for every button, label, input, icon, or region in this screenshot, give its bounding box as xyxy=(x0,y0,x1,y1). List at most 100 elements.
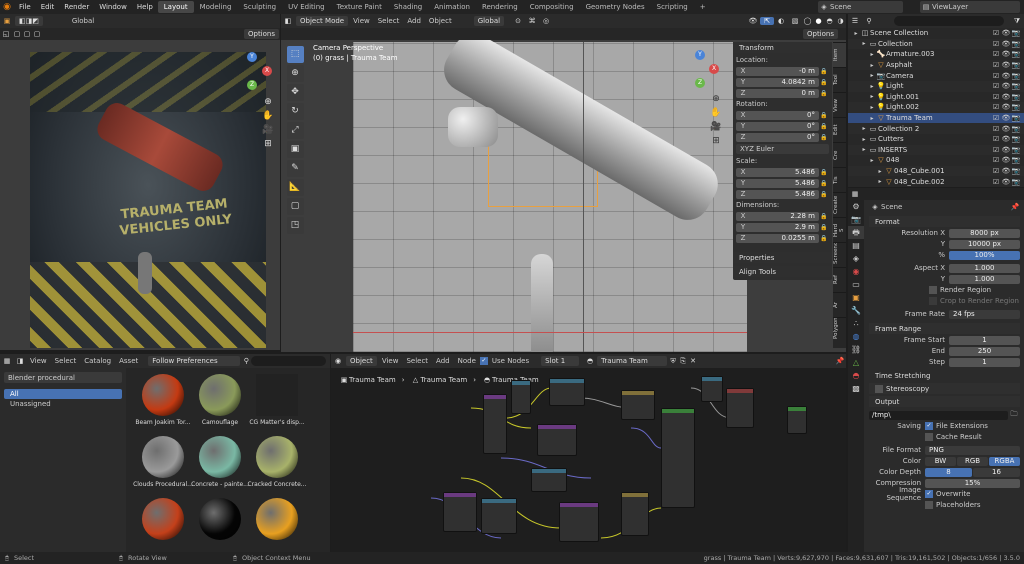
cursor-tool-icon[interactable]: ⊕ xyxy=(286,65,304,82)
outliner-expand-icon[interactable]: ▸ xyxy=(860,146,868,153)
exclude-checkbox-icon[interactable]: ☑ xyxy=(991,135,1001,143)
main-zoom-icon[interactable]: ⊕ xyxy=(709,92,723,106)
data-tab-icon[interactable]: △ xyxy=(848,356,864,369)
sidebar-tab[interactable]: Edit xyxy=(833,117,846,142)
sidebar-tab[interactable]: Ar xyxy=(833,292,846,317)
workspace-tab-uv-editing[interactable]: UV Editing xyxy=(282,1,331,13)
main-nav-gizmo[interactable]: Y X Z xyxy=(681,50,721,90)
exclude-checkbox-icon[interactable]: ☑ xyxy=(991,146,1001,154)
visibility-eye-icon[interactable]: 👁 xyxy=(1001,103,1011,111)
node-box-14[interactable] xyxy=(531,468,567,492)
mode-dropdown[interactable]: Object Mode xyxy=(296,16,349,26)
shading-wireframe-icon[interactable]: ◯ xyxy=(802,17,813,25)
node-menu-add[interactable]: Add xyxy=(432,357,454,365)
lock-icon[interactable]: 🔒 xyxy=(819,191,829,198)
material-icon[interactable]: ◓ xyxy=(584,357,596,365)
asset-search-icon[interactable]: ⚲ xyxy=(241,357,251,365)
workspace-tab-shading[interactable]: Shading xyxy=(388,1,428,13)
visibility-eye-icon[interactable]: 👁 xyxy=(1001,156,1011,164)
render-camera-icon[interactable]: 📷 xyxy=(1011,40,1021,48)
asset-thumbnail[interactable] xyxy=(256,498,298,540)
sidebar-tab[interactable]: Hard S xyxy=(833,217,846,242)
exclude-checkbox-icon[interactable]: ☑ xyxy=(991,29,1001,37)
menu-render[interactable]: Render xyxy=(59,3,94,11)
render-camera-icon[interactable]: 📷 xyxy=(1011,29,1021,37)
annotate-tool-icon[interactable]: ✎ xyxy=(286,160,304,177)
axis-value-field[interactable]: 0° xyxy=(750,121,819,131)
pan-icon[interactable]: ✋ xyxy=(261,109,275,123)
outliner-expand-icon[interactable]: ▸ xyxy=(868,83,876,90)
outliner-expand-icon[interactable]: ▸ xyxy=(868,157,876,164)
outliner-expand-icon[interactable]: ▸ xyxy=(868,93,876,100)
axis-value-field[interactable]: -0 m xyxy=(750,66,819,76)
resolution-x-field[interactable]: 8000 px xyxy=(949,228,1020,238)
main-gizmo-z-icon[interactable]: Z xyxy=(695,78,705,88)
visibility-icon[interactable]: 👁 xyxy=(746,17,760,25)
exclude-checkbox-icon[interactable]: ☑ xyxy=(991,40,1001,48)
visibility-eye-icon[interactable]: 👁 xyxy=(1001,61,1011,69)
asset-toggle-icon[interactable]: ◨ xyxy=(14,357,26,365)
asset-thumbnail[interactable] xyxy=(199,374,241,416)
viewport-menu-select[interactable]: Select xyxy=(374,17,404,25)
outliner-item[interactable]: ▸ ▽ 048_Cube.002 ☑ 👁 📷 xyxy=(848,176,1024,187)
frame-range-panel-header[interactable]: Frame Range xyxy=(869,323,1020,334)
output-path-field[interactable]: /tmp\ xyxy=(869,410,1008,420)
outliner-item[interactable]: ▸ 📷 Camera ☑ 👁 📷 xyxy=(848,70,1024,81)
viewport-menu-object[interactable]: Object xyxy=(425,17,456,25)
outliner-item[interactable]: ▸ ▭ Cutters ☑ 👁 📷 xyxy=(848,134,1024,145)
exclude-checkbox-icon[interactable]: ☑ xyxy=(991,125,1001,133)
render-region-row[interactable]: Render Region xyxy=(869,285,1020,295)
frame-step-field[interactable]: 1 xyxy=(949,357,1020,367)
aspect-x-field[interactable]: 1.000 xyxy=(949,263,1020,273)
viewport-menu-add[interactable]: Add xyxy=(403,17,425,25)
align-tools-subpanel[interactable]: Align Tools xyxy=(733,266,832,277)
shading-material-icon[interactable]: ◓ xyxy=(824,17,835,25)
axis-value-field[interactable]: 4.0842 m xyxy=(750,77,819,87)
asset-menu-select[interactable]: Select xyxy=(51,357,81,365)
depth-16-option[interactable]: 16 xyxy=(973,467,1020,477)
gizmo-x-icon[interactable]: X xyxy=(262,66,272,76)
add-cube-tool-icon[interactable]: ▢ xyxy=(286,198,304,215)
visibility-eye-icon[interactable]: 👁 xyxy=(1001,50,1011,58)
workspace-tab-scripting[interactable]: Scripting xyxy=(651,1,694,13)
select-box-icon[interactable]: ▢ xyxy=(12,30,22,38)
asset-menu-catalog[interactable]: Catalog xyxy=(80,357,115,365)
texture-tab-icon[interactable]: ▩ xyxy=(848,382,864,395)
file-extensions-checkbox[interactable]: ✓ xyxy=(925,422,933,430)
node-box-4[interactable] xyxy=(537,424,577,456)
transform-tool-icon[interactable]: ▣ xyxy=(286,141,304,158)
render-camera-icon[interactable]: 📷 xyxy=(1011,93,1021,101)
view-layer-selector[interactable]: ▤ ViewLayer xyxy=(920,1,1020,13)
asset-thumbnail[interactable] xyxy=(256,436,298,478)
node-box-3[interactable] xyxy=(549,378,585,406)
node-box-11[interactable] xyxy=(481,498,517,534)
add-workspace-button[interactable]: + xyxy=(694,1,712,13)
fake-user-icon[interactable]: ⛨ xyxy=(668,357,678,366)
shading-solid-icon[interactable]: ● xyxy=(813,17,824,25)
lock-icon[interactable]: 🔒 xyxy=(819,112,829,119)
stereoscopy-panel-header[interactable]: Stereoscopy xyxy=(869,383,1020,394)
outliner-editor-icon[interactable]: ☰ xyxy=(848,17,862,25)
asset-editor-icon[interactable]: ▦ xyxy=(0,357,14,365)
color-bw-option[interactable]: BW xyxy=(925,456,956,466)
menu-window[interactable]: Window xyxy=(94,3,132,11)
outliner-expand-icon[interactable]: ▸ xyxy=(868,72,876,79)
rotate-tool-icon[interactable]: ↻ xyxy=(286,103,304,120)
menu-file[interactable]: File xyxy=(14,3,36,11)
exclude-checkbox-icon[interactable]: ☑ xyxy=(991,93,1001,101)
left-nav-gizmo[interactable]: Y X Z xyxy=(234,52,274,92)
left-options-button[interactable]: Options xyxy=(243,29,279,39)
measure-tool-icon[interactable]: 📐 xyxy=(286,179,304,196)
node-box-13[interactable] xyxy=(621,492,649,536)
render-camera-icon[interactable]: 📷 xyxy=(1011,125,1021,133)
workspace-tab-modeling[interactable]: Modeling xyxy=(194,1,238,13)
output-tab-icon[interactable]: 🖶 xyxy=(848,226,864,239)
outliner-expand-icon[interactable]: ▸ xyxy=(876,178,884,185)
sidebar-tab[interactable]: Polygon xyxy=(833,317,846,342)
catalog-unassigned[interactable]: Unassigned xyxy=(4,399,122,409)
node-box-9[interactable] xyxy=(787,406,807,434)
node-box-12[interactable] xyxy=(559,502,599,542)
main-camera-icon[interactable]: 🎥 xyxy=(709,120,723,134)
node-menu-select[interactable]: Select xyxy=(402,357,432,365)
move-tool-icon[interactable]: ✥ xyxy=(286,84,304,101)
